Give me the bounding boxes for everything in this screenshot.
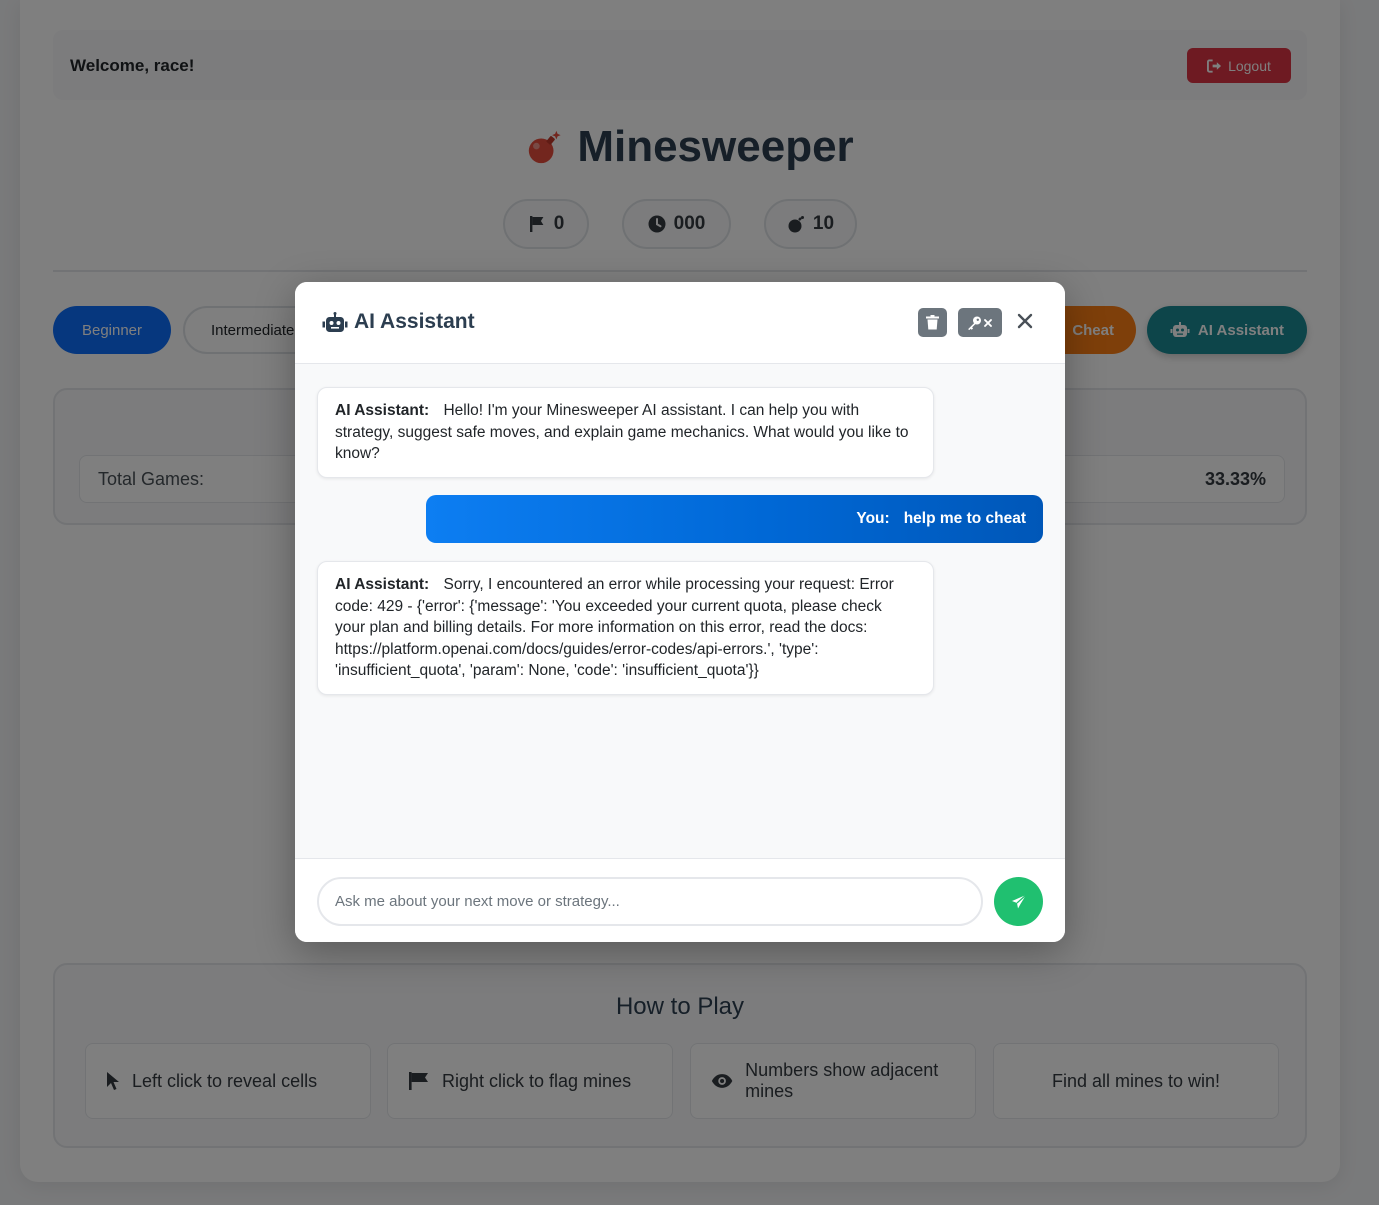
- send-button[interactable]: [994, 877, 1043, 926]
- user-message: You: help me to cheat: [426, 495, 1043, 543]
- modal-title-text: AI Assistant: [354, 310, 475, 333]
- modal-title: AI Assistant: [322, 310, 475, 334]
- modal-header: AI Assistant: [295, 282, 1065, 364]
- message-sender: You:: [856, 510, 890, 528]
- clear-chat-button[interactable]: [918, 308, 947, 337]
- close-icon: [1017, 313, 1033, 329]
- remove-api-key-button[interactable]: [958, 308, 1002, 337]
- ai-message: AI Assistant: Hello! I'm your Minesweepe…: [317, 387, 934, 478]
- ai-assistant-modal: AI Assistant AI Assistant: Hello! I'm yo…: [295, 282, 1065, 942]
- chat-messages[interactable]: AI Assistant: Hello! I'm your Minesweepe…: [295, 364, 1065, 858]
- ai-message: AI Assistant: Sorry, I encountered an er…: [317, 561, 934, 695]
- message-sender: AI Assistant:: [335, 402, 430, 419]
- send-icon: [1011, 894, 1026, 908]
- key-remove-icon: [968, 316, 992, 330]
- chat-input[interactable]: [317, 877, 983, 926]
- close-modal-button[interactable]: [1013, 309, 1037, 333]
- message-text: help me to cheat: [903, 510, 1026, 528]
- message-sender: AI Assistant:: [335, 576, 430, 593]
- chat-input-area: [295, 858, 1065, 942]
- robot-icon: [322, 311, 348, 332]
- trash-icon: [926, 315, 939, 330]
